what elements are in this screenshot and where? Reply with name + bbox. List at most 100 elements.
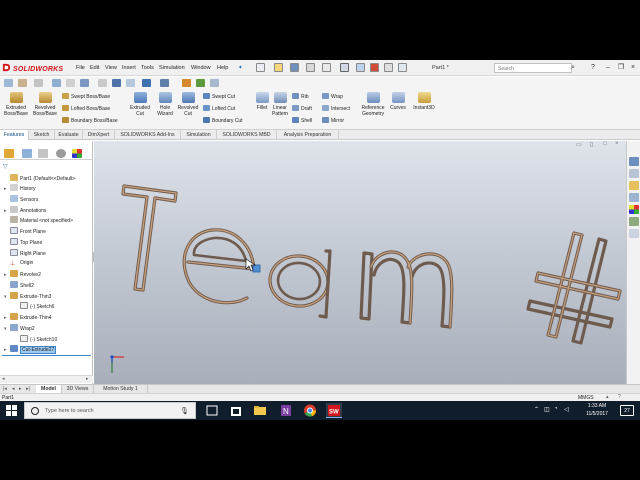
tree-item-annotations[interactable]: ▸ Annotations xyxy=(4,206,46,215)
design-library-icon[interactable] xyxy=(629,169,639,178)
tab-solidworks-addins[interactable]: SOLIDWORKS Add-Ins xyxy=(115,130,181,140)
letter-a-outline[interactable] xyxy=(268,249,332,319)
search-input[interactable]: Search xyxy=(494,63,572,73)
menu-view[interactable]: View xyxy=(105,65,117,71)
traffic-light-icon[interactable] xyxy=(370,63,379,72)
toolbar-icon[interactable] xyxy=(66,79,75,87)
rollback-bar[interactable] xyxy=(2,355,91,356)
swept-cut-button[interactable]: Swept Cut xyxy=(203,93,235,101)
store-icon[interactable] xyxy=(228,403,244,418)
tree-item-sketch6[interactable]: (-) Sketch6 xyxy=(14,302,54,311)
help-icon[interactable]: ? xyxy=(588,63,598,73)
configurationmanager-tab-icon[interactable] xyxy=(38,149,48,158)
feature-tree-scrollbar[interactable]: ◂ ▸ xyxy=(0,375,93,383)
lofted-cut-button[interactable]: Lofted Cut xyxy=(203,105,235,113)
tab-analysis-preparation[interactable]: Analysis Preparation xyxy=(277,130,339,140)
appearances-icon[interactable] xyxy=(629,205,639,214)
menu-help[interactable]: Help xyxy=(217,65,228,71)
print-icon[interactable] xyxy=(306,63,315,72)
model-view[interactable] xyxy=(94,141,626,384)
solidworks-taskbar-icon[interactable]: SW xyxy=(326,403,342,418)
menu-edit[interactable]: Edit xyxy=(90,65,99,71)
curves-button[interactable]: Curves xyxy=(387,92,409,111)
select-icon[interactable] xyxy=(340,63,349,72)
propertymanager-tab-icon[interactable] xyxy=(22,149,32,158)
toolbar-icon[interactable] xyxy=(34,79,43,87)
nav-prev-icon[interactable]: ◂ xyxy=(12,386,15,392)
menu-insert[interactable]: Insert xyxy=(122,65,136,71)
close-button[interactable]: × xyxy=(628,63,638,73)
microphone-icon[interactable]: 🎙 xyxy=(180,407,189,415)
network-icon[interactable]: ◫ xyxy=(544,406,550,413)
lofted-boss-button[interactable]: Lofted Boss/Base xyxy=(62,105,110,113)
swept-boss-button[interactable]: Swept Boss/Base xyxy=(62,93,110,101)
toolbar-icon[interactable] xyxy=(18,79,27,87)
intersect-button[interactable]: Intersect xyxy=(322,105,350,113)
graphics-area[interactable]: ▭ ▯ □ × xyxy=(94,141,626,384)
reference-geometry-button[interactable]: Reference Geometry xyxy=(358,92,388,117)
revolved-cut-button[interactable]: Revolved Cut xyxy=(175,92,201,117)
custom-properties-icon[interactable] xyxy=(629,217,639,226)
solidworks-logo[interactable]: SOLIDWORKS xyxy=(2,63,74,74)
menu-window[interactable]: Window xyxy=(191,65,211,71)
displaymanager-tab-icon[interactable] xyxy=(72,149,82,158)
tree-item-revolve2[interactable]: ▸ Revolve2 xyxy=(4,270,41,279)
help-icon[interactable]: ? xyxy=(618,394,621,400)
featuremanager-tab-icon[interactable] xyxy=(4,149,14,158)
nav-next-icon[interactable]: ▸ xyxy=(19,386,22,392)
options-icon[interactable] xyxy=(398,63,407,72)
file-properties-icon[interactable] xyxy=(384,63,393,72)
toolbar-icon[interactable] xyxy=(98,79,107,87)
letter-m-outline[interactable] xyxy=(359,250,454,329)
tab-simulation[interactable]: Simulation xyxy=(181,130,217,140)
tree-item-cut-extrude27[interactable]: ▸ Cut-Extrude27 xyxy=(4,345,57,354)
rib-button[interactable]: Rib xyxy=(292,93,309,101)
instant3d-button[interactable]: Instant3D xyxy=(410,92,438,111)
tab-evaluate[interactable]: Evaluate xyxy=(55,130,83,140)
file-explorer-icon[interactable] xyxy=(629,181,639,190)
windows-start-icon[interactable] xyxy=(4,404,20,417)
open-icon[interactable] xyxy=(274,63,283,72)
extruded-boss-button[interactable]: Extruded Boss/Base xyxy=(2,92,30,117)
solidworks-resources-icon[interactable] xyxy=(629,157,639,166)
toolbar-icon[interactable] xyxy=(112,79,121,87)
file-explorer-icon[interactable] xyxy=(252,403,268,418)
extruded-cut-button[interactable]: Extruded Cut xyxy=(126,92,154,117)
dimxpertmanager-tab-icon[interactable] xyxy=(56,149,66,158)
view-palette-icon[interactable] xyxy=(629,193,639,202)
tab-solidworks-mbd[interactable]: SOLIDWORKS MBD xyxy=(217,130,277,140)
boundary-cut-button[interactable]: Boundary Cut xyxy=(203,117,243,125)
toolbar-icon[interactable] xyxy=(52,79,61,87)
tree-item-top-plane[interactable]: Top Plane xyxy=(4,238,42,247)
tree-item-sketch10[interactable]: (-) Sketch10 xyxy=(14,335,57,344)
revolved-boss-button[interactable]: Revolved Boss/Base xyxy=(30,92,60,117)
nav-first-icon[interactable]: |◂ xyxy=(3,386,7,392)
tree-item-right-plane[interactable]: Right Plane xyxy=(4,249,46,258)
tree-item-history[interactable]: ▸ History xyxy=(4,184,36,193)
save-icon[interactable] xyxy=(290,63,299,72)
restore-button[interactable]: ❐ xyxy=(616,63,626,73)
menu-file[interactable]: File xyxy=(76,65,85,71)
undo-icon[interactable] xyxy=(322,63,331,72)
toolbar-icon[interactable] xyxy=(196,79,205,87)
task-view-icon[interactable] xyxy=(204,403,220,418)
draft-button[interactable]: Draft xyxy=(292,105,312,113)
forum-icon[interactable] xyxy=(629,229,639,238)
menu-simulation[interactable]: Simulation xyxy=(159,65,185,71)
letter-e-outline[interactable] xyxy=(182,228,256,305)
search-icon[interactable]: ⌕ xyxy=(568,63,578,73)
tab-sketch[interactable]: Sketch xyxy=(29,130,55,140)
selection-handle-icon[interactable] xyxy=(252,264,261,273)
letter-t-outline[interactable] xyxy=(121,184,178,292)
toolbar-icon[interactable] xyxy=(126,79,135,87)
taskbar-search-input[interactable]: Type here to search 🎙 xyxy=(24,402,196,419)
toolbar-icon[interactable] xyxy=(210,79,219,87)
tree-item-extrude-thin4[interactable]: ▸ Extrude-Thin4 xyxy=(4,313,51,322)
scroll-right-icon[interactable]: ▸ xyxy=(86,376,89,382)
shell-button[interactable]: Shell xyxy=(292,117,312,125)
menu-tools[interactable]: Tools xyxy=(141,65,154,71)
letter-hash-outline[interactable] xyxy=(526,231,622,345)
rebuild-icon[interactable] xyxy=(356,63,365,72)
taskbar-clock[interactable]: 1:33 AM 11/5/2017 xyxy=(577,402,617,418)
boundary-boss-button[interactable]: Boundary Boss/Base xyxy=(62,117,118,125)
